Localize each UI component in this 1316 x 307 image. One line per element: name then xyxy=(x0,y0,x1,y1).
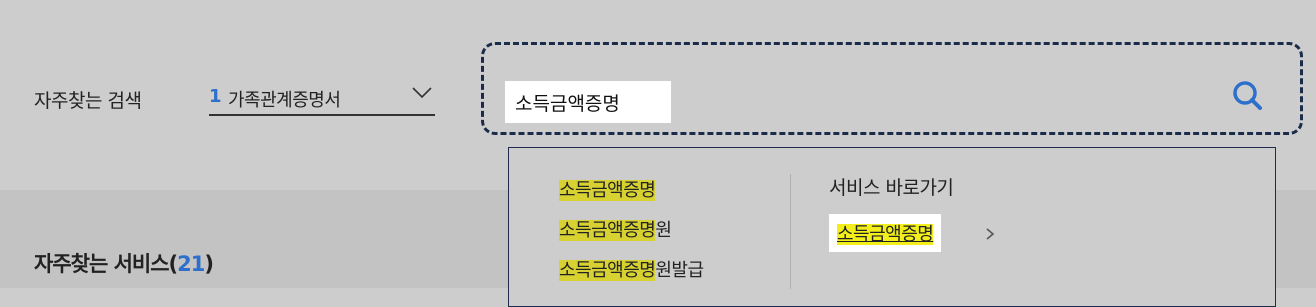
chevron-down-icon xyxy=(412,87,432,99)
frequent-services-close: ) xyxy=(204,252,214,276)
shortcut-heading: 서비스 바로가기 xyxy=(829,177,954,199)
frequent-search-term: 가족관계증명서 xyxy=(228,90,341,111)
search-icon[interactable] xyxy=(1230,78,1266,114)
search-input-wrap xyxy=(505,81,671,123)
chevron-right-icon xyxy=(986,228,995,240)
suggestion-rest: 원발급 xyxy=(655,260,704,281)
search-box xyxy=(481,42,1303,135)
shortcut-link[interactable]: 소득금액증명 xyxy=(829,214,942,252)
shortcut-link-label: 소득금액증명 xyxy=(837,224,934,245)
frequent-services-title: 자주찾는 서비스(21) xyxy=(34,248,214,278)
suggestion-highlight: 소득금액증명 xyxy=(559,260,656,281)
autocomplete-dropdown: 소득금액증명 소득금액증명원 소득금액증명원발급 서비스 바로가기 소득금액증명 xyxy=(508,147,1276,307)
suggestion-highlight: 소득금액증명 xyxy=(559,220,656,241)
suggestion-highlight: 소득금액증명 xyxy=(559,180,656,201)
frequent-search-label: 자주찾는 검색 xyxy=(34,90,142,112)
search-input[interactable] xyxy=(505,81,671,123)
frequent-search-rank: 1 xyxy=(209,86,222,107)
frequent-services-label: 자주찾는 서비스( xyxy=(34,252,178,276)
suggestion-item[interactable]: 소득금액증명원발급 xyxy=(559,256,704,282)
suggestion-item[interactable]: 소득금액증명 xyxy=(559,176,656,202)
frequent-services-count: 21 xyxy=(177,252,205,276)
autocomplete-divider xyxy=(790,174,791,289)
suggestion-item[interactable]: 소득금액증명원 xyxy=(559,216,672,242)
frequent-search-select[interactable]: 1 가족관계증명서 xyxy=(209,80,435,116)
suggestion-rest: 원 xyxy=(655,220,672,241)
